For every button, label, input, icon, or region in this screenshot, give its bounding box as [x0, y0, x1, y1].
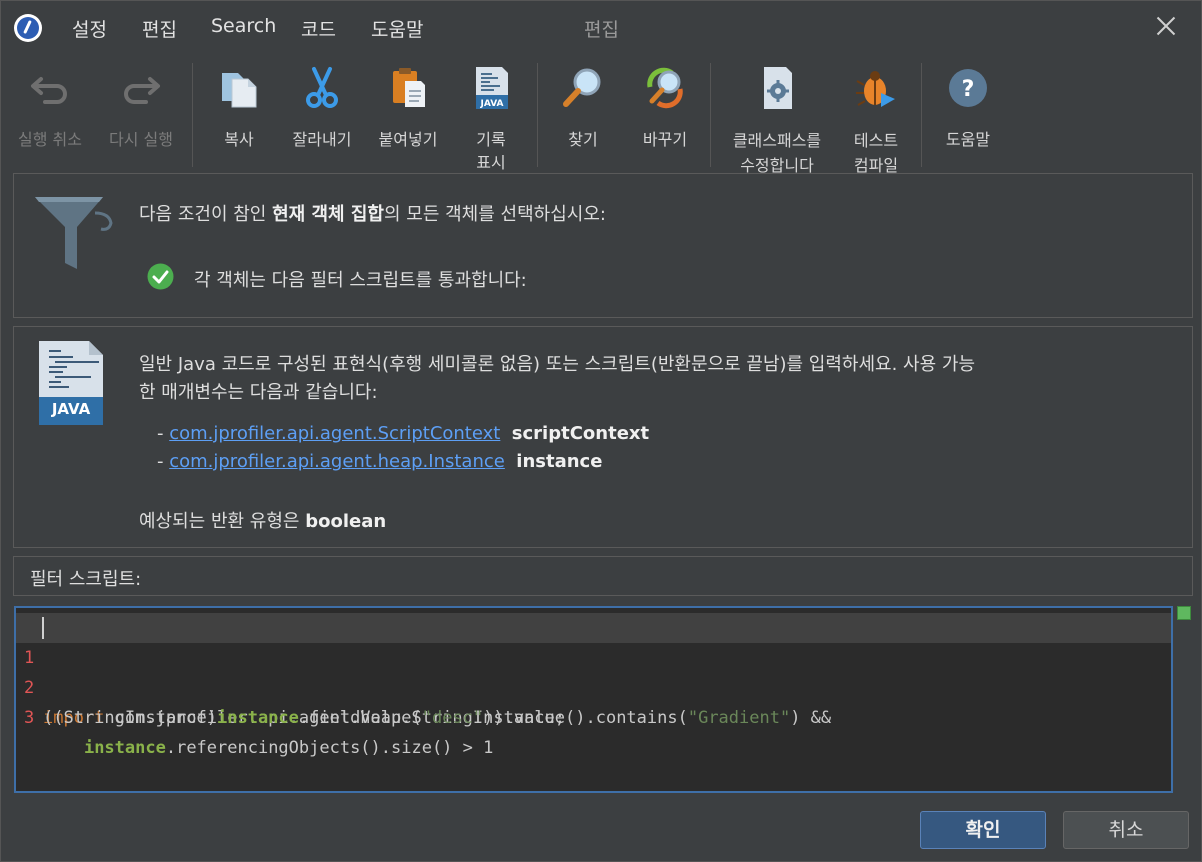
find-button[interactable]: 찾기 [549, 57, 617, 169]
syntax-status-indicator [1177, 606, 1191, 620]
return-type: boolean [305, 511, 387, 532]
help-label: 도움말 [945, 130, 991, 149]
test-compile-button[interactable]: 테스트 컴파일 [841, 57, 911, 175]
cut-button[interactable]: 잘라내기 [283, 57, 361, 169]
paste-icon [393, 68, 425, 107]
toolbar-separator [921, 63, 922, 167]
replace-button[interactable]: 바꾸기 [627, 57, 703, 169]
menu-help[interactable]: 도움말 [371, 15, 423, 42]
undo-button[interactable]: 실행 취소 [4, 57, 96, 169]
condition-suffix: 의 모든 객체를 선택하십시오: [384, 204, 606, 225]
history-label-line2: 표시 [476, 153, 506, 172]
return-type-text: 예상되는 반환 유형은 boolean [139, 507, 386, 533]
code-line: 3 instance.referencingObjects().size() >… [16, 673, 1171, 758]
code-editor[interactable]: 1 import com.jprofiler.api.agent.heap.St… [14, 606, 1173, 793]
magnifier-icon [563, 68, 601, 107]
string-literal: "Gradient" [687, 708, 791, 728]
toolbar-separator [192, 63, 193, 167]
line-number: 3 [24, 708, 35, 728]
variable: instance [83, 738, 166, 758]
paste-button[interactable]: 붙여넣기 [367, 57, 449, 169]
window-title: 편집 [584, 19, 619, 41]
edit-classpath-button[interactable]: 클래스패스를 수정합니다 [719, 57, 835, 175]
return-prefix: 예상되는 반환 유형은 [139, 511, 306, 532]
menu-code[interactable]: 코드 [301, 15, 336, 42]
redo-label: 다시 실행 [109, 130, 173, 149]
param-row: - com.jprofiler.api.agent.ScriptContext … [157, 423, 650, 444]
classpath-label: 클래스패스를 수정합니다 [719, 128, 835, 178]
filter-funnel-icon [35, 197, 113, 269]
code-text: instance.referencingObjects().size() > 1 [43, 733, 493, 763]
find-label: 찾기 [568, 130, 598, 149]
app-logo-icon [14, 14, 42, 42]
code-segment: )).value().contains( [483, 708, 688, 728]
history-label: 기록 표시 [457, 128, 525, 174]
checkmark-icon [147, 263, 174, 290]
copy-icon [222, 73, 257, 108]
java-history-icon: JAVA [476, 67, 508, 109]
history-button[interactable]: JAVA 기록 표시 [457, 57, 525, 172]
cut-label: 잘라내기 [292, 130, 352, 149]
toolbar-separator [710, 63, 711, 167]
code-segment: .referencingObjects().size() > 1 [165, 738, 494, 758]
copy-label: 복사 [224, 130, 254, 149]
code-segment: .fieldValue( [298, 708, 422, 728]
classpath-label-line1: 클래스패스를 [732, 131, 822, 150]
condition-bold: 현재 객체 집합 [272, 204, 384, 225]
filter-label-panel: 필터 스크립트: [13, 556, 1193, 596]
menu-settings[interactable]: 설정 [72, 15, 107, 42]
svg-text:?: ? [962, 77, 975, 102]
filter-script-label: 필터 스크립트: [30, 569, 142, 590]
svg-text:JAVA: JAVA [479, 99, 503, 109]
param-row: - com.jprofiler.api.agent.heap.Instance … [157, 451, 603, 472]
text-caret [42, 617, 44, 639]
close-icon[interactable] [1154, 14, 1178, 38]
param-name: scriptContext [511, 423, 650, 444]
title-bar: 설정 편집 Search 코드 도움말 편집 [1, 1, 1201, 53]
param-type-link[interactable]: com.jprofiler.api.agent.ScriptContext [169, 423, 500, 444]
replace-label: 바꾸기 [642, 130, 688, 149]
ok-button[interactable]: 확인 [920, 811, 1046, 849]
redo-icon [124, 77, 160, 104]
condition-prefix: 다음 조건이 참인 [139, 204, 273, 225]
help-icon: ? [949, 69, 987, 107]
scissors-icon [306, 67, 338, 108]
help-button[interactable]: ? 도움말 [931, 57, 1005, 169]
test-compile-label: 테스트 컴파일 [841, 128, 911, 178]
edit-dialog: 설정 편집 Search 코드 도움말 편집 실행 취소 다시 실행 복사 잘라… [0, 0, 1202, 862]
cancel-button[interactable]: 취소 [1063, 811, 1189, 849]
test-label-line1: 테스트 [853, 131, 899, 150]
java-label: JAVA [51, 400, 91, 418]
redo-button[interactable]: 다시 실행 [98, 57, 184, 169]
code-text: ((StringInstance)instance.fieldValue("de… [43, 703, 831, 733]
classpath-gear-icon [764, 67, 792, 109]
menu-search[interactable]: Search [211, 15, 276, 37]
condition-panel: 다음 조건이 참인 현재 객체 집합의 모든 객체를 선택하십시오: 각 객체는… [13, 173, 1193, 318]
toolbar-separator [537, 63, 538, 167]
string-literal: "desc" [421, 708, 484, 728]
toolbar: 실행 취소 다시 실행 복사 잘라내기 붙여넣기 JAVA 기록 표시 찾기 바… [1, 57, 1201, 175]
copy-button[interactable]: 복사 [201, 57, 277, 169]
variable: instance [217, 708, 299, 728]
condition-text: 다음 조건이 참인 현재 객체 집합의 모든 객체를 선택하십시오: [139, 200, 606, 226]
param-name: instance [516, 451, 603, 472]
info-line1: 일반 Java 코드로 구성된 표현식(후행 세미콜론 없음) 또는 스크립트(… [139, 354, 976, 375]
menu-edit[interactable]: 편집 [142, 15, 177, 42]
info-panel: JAVA 일반 Java 코드로 구성된 표현식(후행 세미콜론 없음) 또는 … [13, 326, 1193, 548]
check-text: 각 객체는 다음 필터 스크립트를 통과합니다: [194, 270, 527, 291]
paste-label: 붙여넣기 [378, 130, 438, 149]
undo-label: 실행 취소 [18, 130, 82, 149]
undo-icon [31, 77, 67, 104]
bug-compile-icon [856, 71, 895, 107]
history-label-line1: 기록 [476, 130, 506, 149]
code-segment: ) && [790, 708, 832, 728]
code-line: 2 ((StringInstance)instance.fieldValue("… [16, 643, 1171, 728]
info-line2: 한 매개변수는 다음과 같습니다: [139, 382, 378, 403]
replace-icon [647, 67, 683, 109]
param-type-link[interactable]: com.jprofiler.api.agent.heap.Instance [169, 451, 505, 472]
code-line: 1 import com.jprofiler.api.agent.heap.St… [16, 613, 1171, 728]
